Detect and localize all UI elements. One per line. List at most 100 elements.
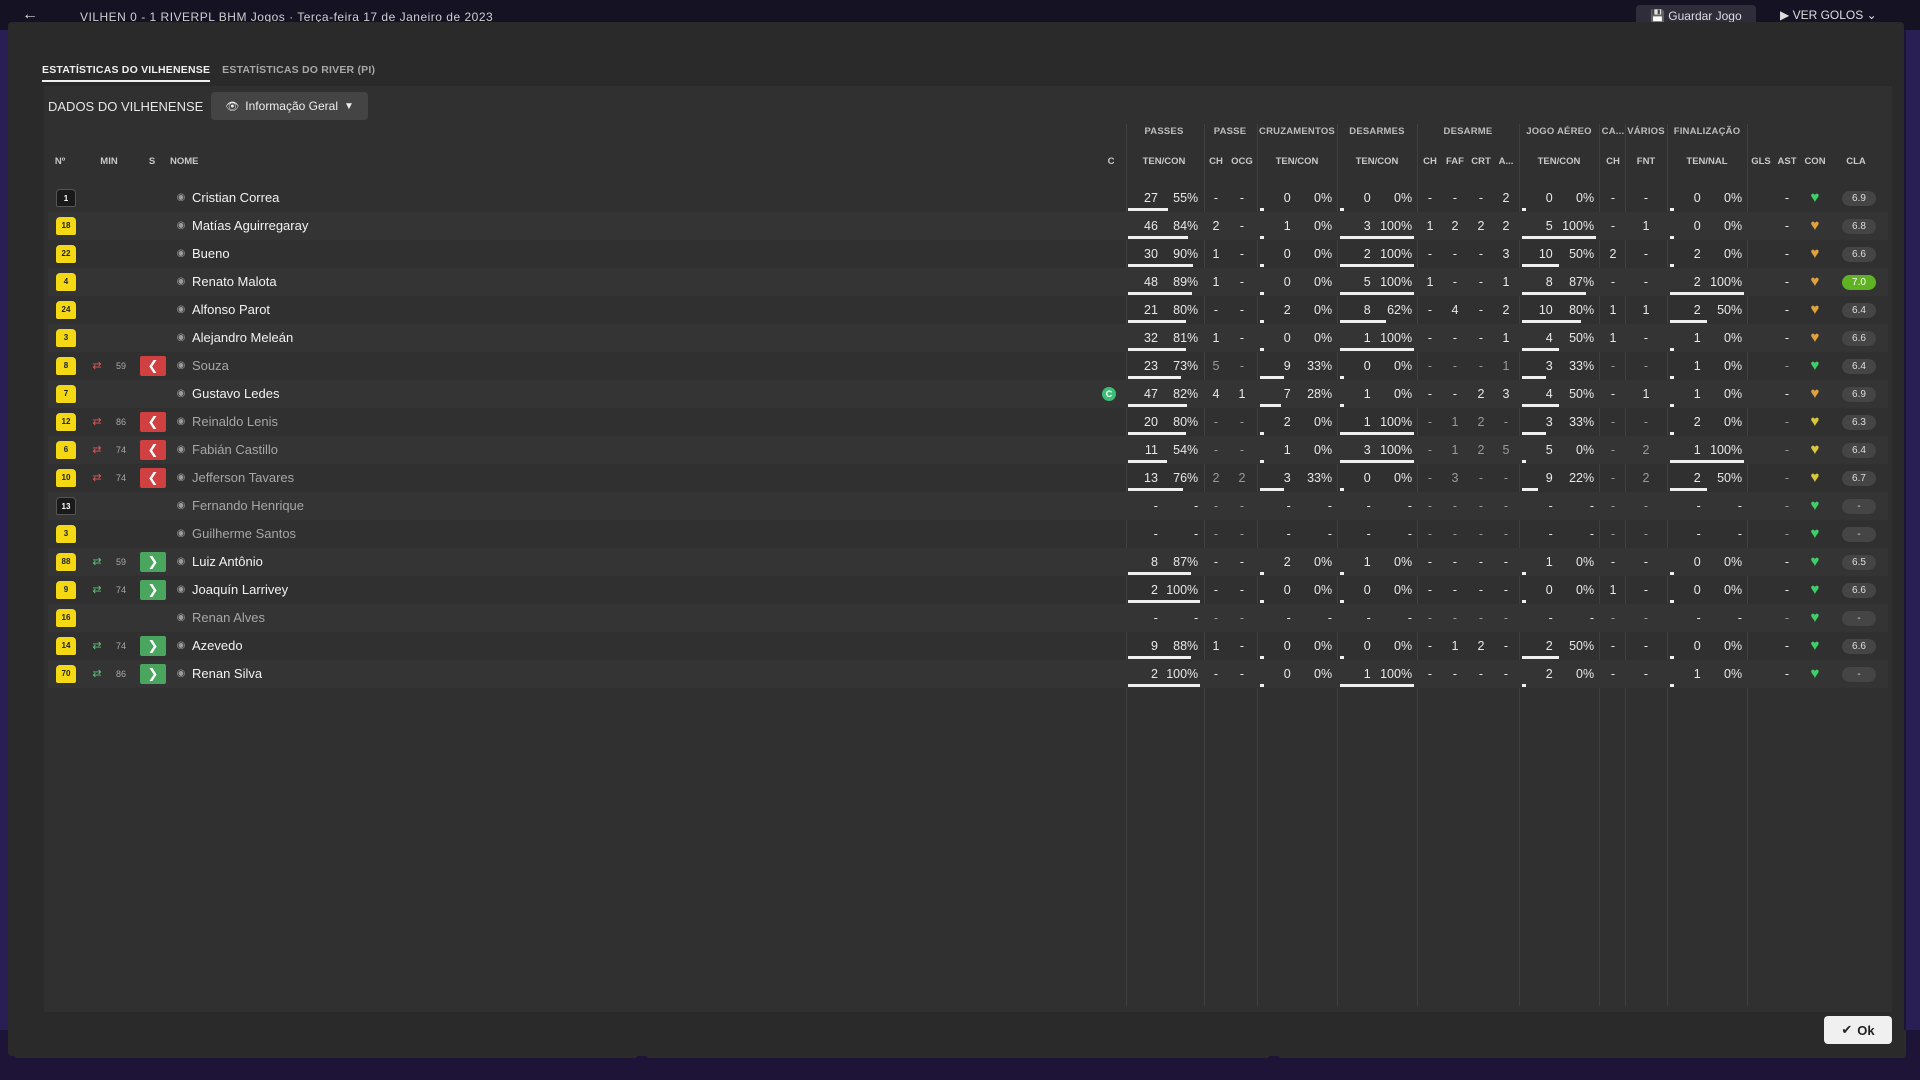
table-row[interactable]: 13 ◉ Fernando Henrique - - - - - - - - - - - - - - - - - - - ♥…: [48, 492, 1888, 520]
col-tackle-a[interactable]: A...: [1494, 156, 1518, 167]
col-crosses[interactable]: TEN/CON: [1258, 156, 1336, 167]
col-aerial[interactable]: TEN/CON: [1520, 156, 1598, 167]
table-row[interactable]: 9 ⇄ 74 ❯ ◉ Joaquín Larrivey 2 100% - -0 0% 0 0% - - - -0…: [48, 576, 1888, 604]
assists: -: [1784, 471, 1790, 485]
player-name[interactable]: Alejandro Meleán: [192, 324, 293, 352]
table-row[interactable]: 10 ⇄ 74 ❮ ◉ Jefferson Tavares 13 76% 2 2 3 33% 0 0% -3…: [48, 464, 1888, 492]
col-tackles[interactable]: TEN/CON: [1338, 156, 1416, 167]
table-row[interactable]: 3 ◉ Alejandro Meleán 32 81% 1-0 0% 1 100% - - -1 4 50…: [48, 324, 1888, 352]
player-name[interactable]: Gustavo Ledes: [192, 380, 279, 408]
tab-vilhenense-stats[interactable]: ESTATÍSTICAS DO VILHENENSE: [42, 64, 211, 82]
col-rating[interactable]: CLA: [1836, 156, 1876, 167]
player-name[interactable]: Bueno: [192, 240, 230, 268]
player-name[interactable]: Renan Silva: [192, 660, 262, 688]
col-shots[interactable]: TEN/NAL: [1668, 156, 1746, 167]
table-row[interactable]: 18 ◉ Matías Aguirregaray 46 84% 2-1 0% 3 100% 1 2 2…: [48, 212, 1888, 240]
player-name[interactable]: Matías Aguirregaray: [192, 212, 308, 240]
subbed-on-icon[interactable]: ❯: [140, 580, 166, 600]
col-fnt[interactable]: FNT: [1626, 156, 1666, 167]
table-row[interactable]: 3 ◉ Guilherme Santos - - - - - - - - - - - - - - - - - - - ♥ -: [48, 520, 1888, 548]
subbed-off-icon[interactable]: ❮: [140, 356, 166, 376]
col-captain[interactable]: C: [1104, 156, 1118, 167]
goals: [1748, 576, 1774, 604]
pass-ocg: -: [1239, 555, 1245, 569]
col-sub[interactable]: S: [144, 156, 160, 167]
col-condition[interactable]: CON: [1800, 156, 1830, 167]
table-row[interactable]: 6 ⇄ 74 ❮ ◉ Fabián Castillo 11 54% - -1 0% 3 100% -1 2 5…: [48, 436, 1888, 464]
assists: -: [1784, 247, 1790, 261]
col-number[interactable]: Nº: [48, 156, 72, 167]
goals: [1748, 352, 1774, 380]
player-name[interactable]: Jefferson Tavares: [192, 464, 294, 492]
ca-ch: 1: [1609, 303, 1617, 317]
table-row[interactable]: 24 ◉ Alfonso Parot 21 80% - -2 0% 8 62% -4-2 10 80% 1…: [48, 296, 1888, 324]
table-row[interactable]: 88 ⇄ 59 ❯ ◉ Luiz Antônio 8 87% - -2 0% 1 0% - - - -1 0% - -…: [48, 548, 1888, 576]
subbed-off-icon[interactable]: ❮: [140, 440, 166, 460]
table-row[interactable]: 4 ◉ Renato Malota 48 89% 1-0 0% 5 100% 1- -1 8 87% - -…: [48, 268, 1888, 296]
aerial-percent: -: [1589, 499, 1595, 513]
aerial-percent: 50%: [1569, 331, 1595, 345]
player-name[interactable]: Azevedo: [192, 632, 243, 660]
player-name[interactable]: Reinaldo Lenis: [192, 408, 278, 436]
tackle-faf: 2: [1451, 219, 1459, 233]
player-name[interactable]: Fabián Castillo: [192, 436, 278, 464]
table-row[interactable]: 1 ◉ Cristian Correa 27 55% - -0 0% 0 0% - - -2 0 0% - -0…: [48, 184, 1888, 212]
view-select-dropdown[interactable]: 👁 Informação Geral ▼: [211, 92, 368, 120]
tackle-faf: -: [1452, 499, 1458, 513]
tackle-crt: -: [1478, 555, 1484, 569]
player-name[interactable]: Renan Alves: [192, 604, 265, 632]
table-row[interactable]: 14 ⇄ 74 ❯ ◉ Azevedo 9 88% 1-0 0% 0 0% -1 2-2 50% - -0 0% -…: [48, 632, 1888, 660]
tab-river-stats[interactable]: ESTATÍSTICAS DO RIVER (PI): [222, 64, 375, 82]
subbed-on-icon[interactable]: ❯: [140, 552, 166, 572]
substitution-arrows-icon: ⇄: [92, 416, 102, 428]
passes-success-bar: [1128, 320, 1186, 323]
table-row[interactable]: 16 ◉ Renan Alves - - - - - - - - - - - - - - - - - - - ♥ -: [48, 604, 1888, 632]
match-rating: 6.6: [1842, 583, 1876, 598]
crosses-percent: 0%: [1314, 639, 1333, 653]
player-name[interactable]: Joaquín Larrivey: [192, 576, 288, 604]
shots-success-bar: [1670, 432, 1674, 435]
substitution-minute: 86: [115, 417, 126, 427]
table-row[interactable]: 12 ⇄ 86 ❮ ◉ Reinaldo Lenis 20 80% - -2 0% 1 100% -1 2-…: [48, 408, 1888, 436]
table-row[interactable]: 22 ◉ Bueno 30 90% 1-0 0% 2 100% - - -3 10 50% 2-2 0% - ♥ 6…: [48, 240, 1888, 268]
col-name[interactable]: NOME: [170, 156, 210, 167]
tackles-attempts: -: [1366, 527, 1371, 541]
col-tackle-crt[interactable]: CRT: [1468, 156, 1494, 167]
col-tackle-faf[interactable]: FAF: [1442, 156, 1468, 167]
player-name[interactable]: Luiz Antônio: [192, 548, 263, 576]
view-goals-button[interactable]: ▶ VER GOLOS ⌄: [1780, 8, 1877, 22]
assists: -: [1784, 331, 1790, 345]
col-assists[interactable]: AST: [1774, 156, 1800, 167]
player-name[interactable]: Alfonso Parot: [192, 296, 270, 324]
subbed-on-icon[interactable]: ❯: [140, 636, 166, 656]
col-passes[interactable]: TEN/CON: [1126, 156, 1202, 167]
ok-button[interactable]: ✔ Ok: [1824, 1016, 1892, 1044]
col-pass-ch[interactable]: CH: [1204, 156, 1228, 167]
col-minute[interactable]: MIN: [94, 156, 124, 167]
aerial-success-bar: [1522, 236, 1596, 239]
player-name[interactable]: Fernando Henrique: [192, 492, 304, 520]
col-goals[interactable]: GLS: [1748, 156, 1774, 167]
col-tackle-ch[interactable]: CH: [1418, 156, 1442, 167]
subbed-on-icon[interactable]: ❯: [140, 664, 166, 684]
shots-success-bar: [1670, 656, 1674, 659]
tackle-crt: -: [1478, 191, 1484, 205]
player-name[interactable]: Guilherme Santos: [192, 520, 296, 548]
assists: -: [1784, 191, 1790, 205]
table-row[interactable]: 7 ◉ Gustavo Ledes C 47 82% 4 1 7 28% 1 0% - -2 3 4 50% -1…: [48, 380, 1888, 408]
crosses-percent: 0%: [1314, 247, 1333, 261]
col-ca-ch[interactable]: CH: [1600, 156, 1626, 167]
fnt: 2: [1642, 443, 1650, 457]
col-pass-ocg[interactable]: OCG: [1228, 156, 1256, 167]
aerial-percent: 0%: [1576, 667, 1595, 681]
player-name[interactable]: Renato Malota: [192, 268, 277, 296]
table-row[interactable]: 8 ⇄ 59 ❮ ◉ Souza 23 73% 5-9 33% 0 0% - - -1 3 33% - -1 0% - ♥…: [48, 352, 1888, 380]
person-icon: ◉: [176, 192, 186, 203]
subbed-off-icon[interactable]: ❮: [140, 468, 166, 488]
person-icon: ◉: [176, 500, 186, 511]
player-name[interactable]: Cristian Correa: [192, 184, 279, 212]
subbed-off-icon[interactable]: ❮: [140, 412, 166, 432]
table-row[interactable]: 70 ⇄ 86 ❯ ◉ Renan Silva 2 100% - -0 0% 1 100% - - - -2 0%…: [48, 660, 1888, 688]
shirt-number-icon: 14: [56, 637, 76, 655]
player-name[interactable]: Souza: [192, 352, 229, 380]
